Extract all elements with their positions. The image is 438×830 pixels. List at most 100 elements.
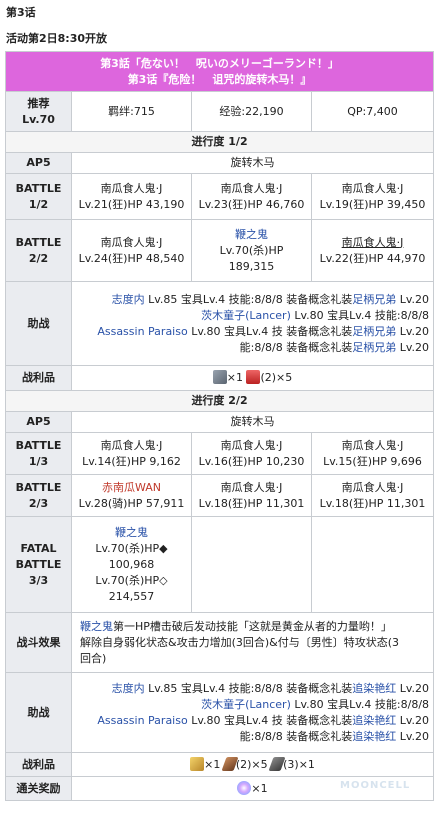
- enemy-cell: 南瓜食人鬼·J Lv.16(狂)HP 10,230: [191, 432, 312, 475]
- support-cell: 志度内 Lv.85 宝具Lv.4 技能:8/8/8 装备概念礼装足柄兄弟 Lv.…: [70, 281, 435, 366]
- ce-card-icon[interactable]: [212, 370, 227, 384]
- support-stats: Lv.80 宝具Lv.4 技能:8/8/8: [290, 697, 430, 711]
- support-servant-link[interactable]: 茨木童子(Lancer): [201, 309, 291, 322]
- recommend-label: 推荐 Lv.70: [5, 91, 72, 132]
- effect-text: 第一HP槽击破后发动技能「这就是黄金从者的力量哟！」: [113, 619, 392, 633]
- gold-material-icon[interactable]: [190, 756, 205, 771]
- ce-link[interactable]: 足柄兄弟: [352, 341, 396, 354]
- support-servant-link[interactable]: 志度内: [112, 682, 145, 695]
- ce-link[interactable]: 追染艳红: [352, 730, 396, 743]
- enemy-name: 南瓜食人鬼·J: [100, 438, 163, 452]
- support-stats: Lv.80 宝具Lv.4 技: [187, 324, 283, 338]
- ap-label: AP5: [5, 152, 72, 174]
- support-label: 助战: [5, 672, 72, 753]
- ce-label: 装备概念礼装: [286, 681, 353, 695]
- enemy-stats: Lv.15(狂)HP 9,696: [323, 454, 422, 468]
- enemy-stats: Lv.18(狂)HP 11,301: [198, 496, 305, 510]
- clear-reward-label: 通关奖励: [5, 776, 72, 801]
- battle-label-text: BATTLE: [15, 438, 62, 452]
- enemy-cell: 南瓜食人鬼·J Lv.19(狂)HP 39,450: [310, 173, 435, 220]
- saint-quartz-icon[interactable]: [237, 780, 252, 795]
- recommend-label-text: 推荐: [27, 96, 50, 110]
- battle-label: BATTLE 2/2: [5, 219, 72, 282]
- enemy-cell: 南瓜食人鬼·J Lv.24(狂)HP 48,540: [71, 219, 192, 282]
- enemy-name: 南瓜食人鬼·J: [100, 235, 163, 249]
- ce-label: 装备概念礼装: [286, 340, 353, 354]
- ce-link[interactable]: 足柄兄弟: [352, 325, 396, 338]
- enemy-stats: Lv.22(狂)HP 44,970: [319, 251, 426, 265]
- grail-cup-icon[interactable]: [246, 370, 261, 384]
- bond-value: 羁绊:715: [71, 91, 192, 132]
- quest-table: 第3話「危ない！ 呪いのメリーゴーランド！」 第3话『危险！ 诅咒的旋转木马！』…: [4, 51, 435, 801]
- ce-link[interactable]: 追染艳红: [352, 714, 396, 727]
- enemy-name: 南瓜食人鬼·J: [341, 181, 404, 195]
- effect-label: 战斗效果: [5, 612, 72, 673]
- battle-label-text: BATTLE: [15, 557, 62, 571]
- ce-level: Lv.20: [396, 324, 430, 338]
- enemy-cell: 南瓜食人鬼·J Lv.23(狂)HP 46,760: [191, 173, 312, 220]
- battle-number: 1/2: [28, 197, 49, 211]
- battle-label: BATTLE 1/2: [5, 173, 72, 220]
- enemy-name: 南瓜食人鬼·J: [220, 438, 283, 452]
- support-stats: Lv.80 宝具Lv.4 技: [187, 713, 283, 727]
- progress-2-title: 进行度 2/2: [4, 390, 435, 412]
- drops-cell: ×1 (2)×5 (3)×1: [70, 752, 435, 777]
- battle-label-fatal: FATAL: [20, 541, 57, 555]
- boss-name-link[interactable]: 鞭之鬼: [74, 525, 189, 541]
- support-servant-link[interactable]: Assassin Paraiso: [97, 714, 187, 727]
- enemy-hp: 214,557: [108, 589, 155, 603]
- support-label: 助战: [5, 281, 72, 366]
- enemy-cell: 南瓜食人鬼·J Lv.22(狂)HP 44,970: [310, 219, 435, 282]
- ap-label: AP5: [5, 411, 72, 433]
- enemy-name: 南瓜食人鬼·J: [341, 438, 404, 452]
- effect-text: 解除自身弱化状态&攻击力增加(3回合)&付与〔男性〕特攻状态(3: [80, 635, 400, 649]
- enemy-stats: Lv.70(杀)HP◇: [95, 573, 168, 587]
- open-time-heading: 活动第2日8:30开放: [6, 32, 108, 45]
- enemy-name-link[interactable]: 赤南瓜WAN: [74, 480, 189, 496]
- ce-link[interactable]: 追染艳红: [352, 682, 396, 695]
- support-stats: Lv.80 宝具Lv.4 技能:8/8/8: [290, 308, 430, 322]
- ce-level: Lv.20: [396, 713, 430, 727]
- enemy-stats: Lv.14(狂)HP 9,162: [82, 454, 181, 468]
- drop-count: ×1: [204, 757, 221, 771]
- support-servant-link[interactable]: Assassin Paraiso: [97, 325, 187, 338]
- support-stats: 能:8/8/8: [239, 340, 283, 354]
- enemy-name: 南瓜食人鬼·J: [341, 235, 404, 249]
- enemy-cell: 鞭之鬼 Lv.70(杀)HP 189,315: [191, 219, 312, 282]
- quest-title-cn: 第3话『危险！ 诅咒的旋转木马！』: [127, 72, 312, 86]
- enemy-stats: Lv.19(狂)HP 39,450: [319, 197, 426, 211]
- battle-number: 1/3: [28, 454, 49, 468]
- effect-text: 回合): [80, 651, 107, 665]
- battle-label-text: BATTLE: [15, 235, 62, 249]
- enemy-cell: 南瓜食人鬼·J Lv.18(狂)HP 11,301: [310, 474, 435, 517]
- enemy-cell: 赤南瓜WAN Lv.28(骑)HP 57,911: [71, 474, 192, 517]
- qp-value: QP:7,400: [310, 91, 435, 132]
- ce-level: Lv.20: [396, 292, 430, 306]
- support-servant-link[interactable]: 志度内: [112, 293, 145, 306]
- battle-number: 3/3: [28, 573, 49, 587]
- enemy-cell: 南瓜食人鬼·J Lv.14(狂)HP 9,162: [71, 432, 192, 475]
- enemy-stats: Lv.28(骑)HP 57,911: [78, 496, 185, 510]
- support-stats: Lv.85 宝具Lv.4 技能:8/8/8: [144, 292, 283, 306]
- enemy-cell: 南瓜食人鬼·J Lv.18(狂)HP 11,301: [191, 474, 312, 517]
- support-servant-link[interactable]: 茨木童子(Lancer): [201, 698, 291, 711]
- ce-level: Lv.20: [396, 681, 430, 695]
- support-stats: Lv.85 宝具Lv.4 技能:8/8/8: [144, 681, 283, 695]
- enemy-name: 南瓜食人鬼·J: [341, 480, 404, 494]
- ce-link[interactable]: 足柄兄弟: [352, 293, 396, 306]
- ce-level: Lv.20: [396, 340, 430, 354]
- enemy-stats: Lv.16(狂)HP 10,230: [198, 454, 305, 468]
- empty-cell: [310, 516, 435, 613]
- effect-cell: 鞭之鬼第一HP槽击破后发动技能「这就是黄金从者的力量哟！」 解除自身弱化状态&攻…: [70, 612, 435, 673]
- boss-name-link[interactable]: 鞭之鬼: [194, 227, 309, 243]
- exp-value: 经验:22,190: [191, 91, 312, 132]
- drops-label: 战利品: [5, 752, 72, 777]
- battle-label: FATAL BATTLE 3/3: [5, 516, 72, 613]
- drop-count: ×1: [226, 371, 243, 384]
- boss-name-link[interactable]: 鞭之鬼: [80, 620, 113, 633]
- quest-title-jp: 第3話「危ない！ 呪いのメリーゴーランド！」: [100, 56, 339, 70]
- recommend-level: Lv.70: [22, 112, 55, 126]
- battle-number: 2/2: [28, 251, 49, 265]
- progress-1-title: 进行度 1/2: [4, 131, 435, 153]
- enemy-name: 南瓜食人鬼·J: [220, 480, 283, 494]
